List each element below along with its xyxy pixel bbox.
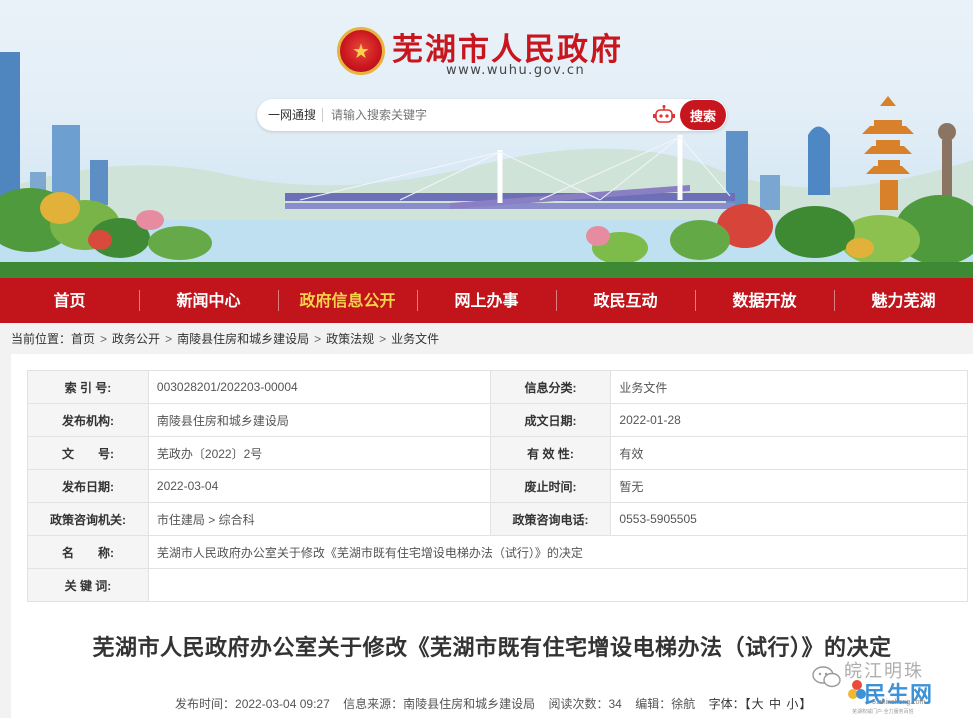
publish-date-label: 发布日期:	[27, 469, 149, 503]
info-source-label: 信息来源：	[343, 697, 404, 711]
validity-label: 有 效 性:	[489, 436, 612, 470]
doc-number-value: 芜政办〔2022〕2号	[147, 436, 491, 470]
table-row: 索 引 号: 003028201/202203-00004 信息分类: 业务文件	[27, 370, 968, 404]
table-row: 政策咨询机关: 市住建局 > 综合科 政策咨询电话: 0553-5905505	[27, 502, 968, 536]
publish-time-label: 发布时间：	[175, 697, 236, 711]
table-row: 文 号: 芜政办〔2022〕2号 有 效 性: 有效	[27, 436, 968, 470]
breadcrumb-prefix: 当前位置：	[11, 332, 72, 346]
doc-number-label: 文 号:	[27, 436, 149, 470]
header-banner: ★ 芜湖市人民政府 www.wuhu.gov.cn 一网通搜 搜索	[0, 0, 973, 278]
robot-assistant-icon[interactable]	[653, 105, 675, 125]
editor-value: 徐航	[671, 697, 696, 711]
contact-org-label: 政策咨询机关:	[27, 502, 149, 536]
emblem-star: ★	[352, 40, 370, 63]
table-row: 关 键 词:	[27, 568, 969, 602]
view-count-value: 34	[608, 697, 622, 711]
contact-phone-label: 政策咨询电话:	[489, 502, 612, 536]
publisher-label: 发布机构:	[27, 403, 149, 437]
nav-item-online-services[interactable]: 网上办事	[417, 278, 556, 323]
breadcrumb-item[interactable]: 首页	[71, 330, 95, 347]
category-value: 业务文件	[610, 370, 968, 404]
publisher-value: 南陵县住房和城乡建设局	[147, 403, 491, 437]
wechat-icon	[812, 666, 841, 688]
category-label: 信息分类:	[489, 370, 612, 404]
document-info-table: 索 引 号: 003028201/202203-00004 信息分类: 业务文件…	[27, 370, 969, 602]
font-bracket-open: 【	[744, 697, 751, 711]
breadcrumb-separator: >	[314, 331, 322, 346]
index-value: 003028201/202203-00004	[147, 370, 491, 404]
breadcrumb-item[interactable]: 业务文件	[391, 330, 439, 347]
search-button[interactable]: 搜索	[680, 100, 726, 130]
table-row: 名 称: 芜湖市人民政府办公室关于修改《芜湖市既有住宅增设电梯办法（试行）》的决…	[27, 535, 969, 569]
search-input[interactable]	[331, 108, 642, 122]
national-emblem-icon: ★	[337, 27, 385, 75]
contact-phone-value: 0553-5905505	[610, 502, 968, 536]
name-label: 名 称:	[27, 535, 149, 569]
minsheng-watermark: 皖江明珠 民生网 51minsheng.com 芜湖权威门户·全力服务百姓	[812, 657, 967, 715]
breadcrumb-separator: >	[100, 331, 108, 346]
publish-date-value: 2022-03-04	[147, 469, 491, 503]
expiry-value: 暂无	[610, 469, 968, 503]
view-count-label: 阅读次数：	[548, 697, 609, 711]
font-size-label: 字体：	[708, 697, 745, 711]
watermark-url: 51minsheng.com	[872, 699, 926, 706]
font-size-control: 字体：【大 中 小】	[709, 697, 812, 711]
editor-label: 编辑：	[635, 697, 672, 711]
breadcrumb: 当前位置： 首页 > 政务公开 > 南陵县住房和城乡建设局 > 政策法规 > 业…	[11, 323, 973, 354]
article-meta: 发布时间：2022-03-04 09:27 信息来源：南陵县住房和城乡建设局 阅…	[175, 695, 821, 712]
site-domain: www.wuhu.gov.cn	[446, 63, 586, 78]
nav-item-interaction[interactable]: 政民互动	[556, 278, 695, 323]
index-label: 索 引 号:	[27, 370, 149, 404]
search-bar: 一网通搜 搜索	[257, 99, 727, 131]
keywords-label: 关 键 词:	[27, 568, 149, 602]
view-count: 阅读次数：34	[548, 697, 621, 711]
watermark-subtitle: 芜湖权威门户·全力服务百姓	[852, 709, 914, 715]
written-date-value: 2022-01-28	[610, 403, 968, 437]
font-bracket-close: 】	[799, 697, 812, 711]
written-date-label: 成文日期:	[489, 403, 612, 437]
table-row: 发布机构: 南陵县住房和城乡建设局 成文日期: 2022-01-28	[27, 403, 968, 437]
font-size-medium-button[interactable]: 中	[769, 697, 781, 711]
font-size-large-button[interactable]: 大	[752, 697, 764, 711]
breadcrumb-separator: >	[379, 331, 387, 346]
expiry-label: 废止时间:	[489, 469, 612, 503]
font-size-small-button[interactable]: 小	[786, 697, 798, 711]
nav-item-news[interactable]: 新闻中心	[139, 278, 278, 323]
validity-value: 有效	[610, 436, 968, 470]
info-source: 信息来源：南陵县住房和城乡建设局	[343, 697, 535, 711]
main-nav: 首页 新闻中心 政府信息公开 网上办事 政民互动 数据开放 魅力芜湖	[0, 278, 973, 323]
breadcrumb-item[interactable]: 政务公开	[112, 330, 160, 347]
editor: 编辑：徐航	[635, 697, 695, 711]
nav-item-open-data[interactable]: 数据开放	[695, 278, 834, 323]
nav-item-home[interactable]: 首页	[0, 278, 139, 323]
publish-time: 发布时间：2022-03-04 09:27	[175, 697, 330, 711]
info-source-value: 南陵县住房和城乡建设局	[403, 697, 536, 711]
search-scope-label[interactable]: 一网通搜	[257, 108, 324, 122]
publish-time-value: 2022-03-04 09:27	[235, 697, 330, 711]
contact-org-value: 市住建局 > 综合科	[147, 502, 491, 536]
breadcrumb-separator: >	[165, 331, 173, 346]
breadcrumb-item[interactable]: 南陵县住房和城乡建设局	[177, 330, 309, 347]
nav-item-charm-wuhu[interactable]: 魅力芜湖	[834, 278, 973, 323]
keywords-value	[147, 568, 969, 602]
breadcrumb-item[interactable]: 政策法规	[326, 330, 374, 347]
nav-item-gov-info[interactable]: 政府信息公开	[278, 278, 417, 323]
table-row: 发布日期: 2022-03-04 废止时间: 暂无	[27, 469, 968, 503]
name-value: 芜湖市人民政府办公室关于修改《芜湖市既有住宅增设电梯办法（试行）》的决定	[147, 535, 969, 569]
